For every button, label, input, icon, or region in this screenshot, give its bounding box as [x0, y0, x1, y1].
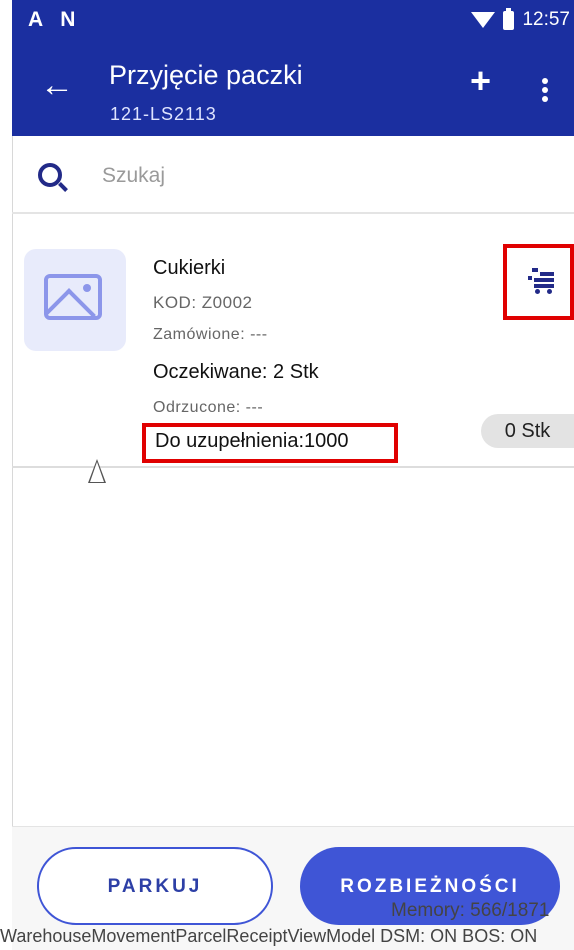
search-bar — [12, 136, 574, 214]
search-input[interactable] — [100, 158, 484, 194]
back-arrow-icon[interactable]: ← — [40, 68, 74, 102]
more-options-icon[interactable] — [542, 78, 548, 102]
page-subtitle: 121-LS2113 — [110, 104, 217, 124]
item-thumbnail — [24, 249, 126, 351]
item-expected: Oczekiwane: 2 Stk — [153, 361, 319, 383]
image-placeholder-icon — [44, 274, 102, 320]
add-icon[interactable]: + — [470, 60, 491, 102]
item-ordered: Zamówione: --- — [153, 326, 268, 343]
memory-debug-text: Memory: 566/1871 — [391, 900, 550, 921]
item-code: KOD: Z0002 — [153, 293, 253, 312]
app-bar: ← Przyjęcie paczki 121-LS2113 + — [12, 40, 574, 136]
battery-icon — [503, 7, 515, 30]
item-name: Cukierki — [153, 257, 226, 279]
wifi-icon — [471, 12, 496, 28]
item-rejected: Odrzucone: --- — [153, 399, 264, 416]
app-screen: A N 12:57 ← Przyjęcie paczki 121-LS2113 … — [12, 0, 574, 950]
status-notification-icons: A N — [28, 8, 82, 31]
debug-footer-text: WarehouseMovementParcelReceiptViewModel … — [0, 926, 538, 946]
status-time: 12:57 — [522, 9, 570, 30]
cart-icon[interactable] — [528, 266, 556, 296]
item-to-fill: Do uzupełnienia:1000 — [155, 430, 349, 452]
search-icon — [38, 163, 62, 187]
page-title: Przyjęcie paczki — [109, 60, 303, 90]
quantity-chip[interactable]: 0 Stk — [481, 414, 574, 448]
status-bar: A N 12:57 — [12, 0, 574, 40]
list-item[interactable]: Cukierki KOD: Z0002 Zamówione: --- Oczek… — [12, 214, 574, 468]
park-button[interactable]: PARKUJ — [37, 847, 273, 925]
